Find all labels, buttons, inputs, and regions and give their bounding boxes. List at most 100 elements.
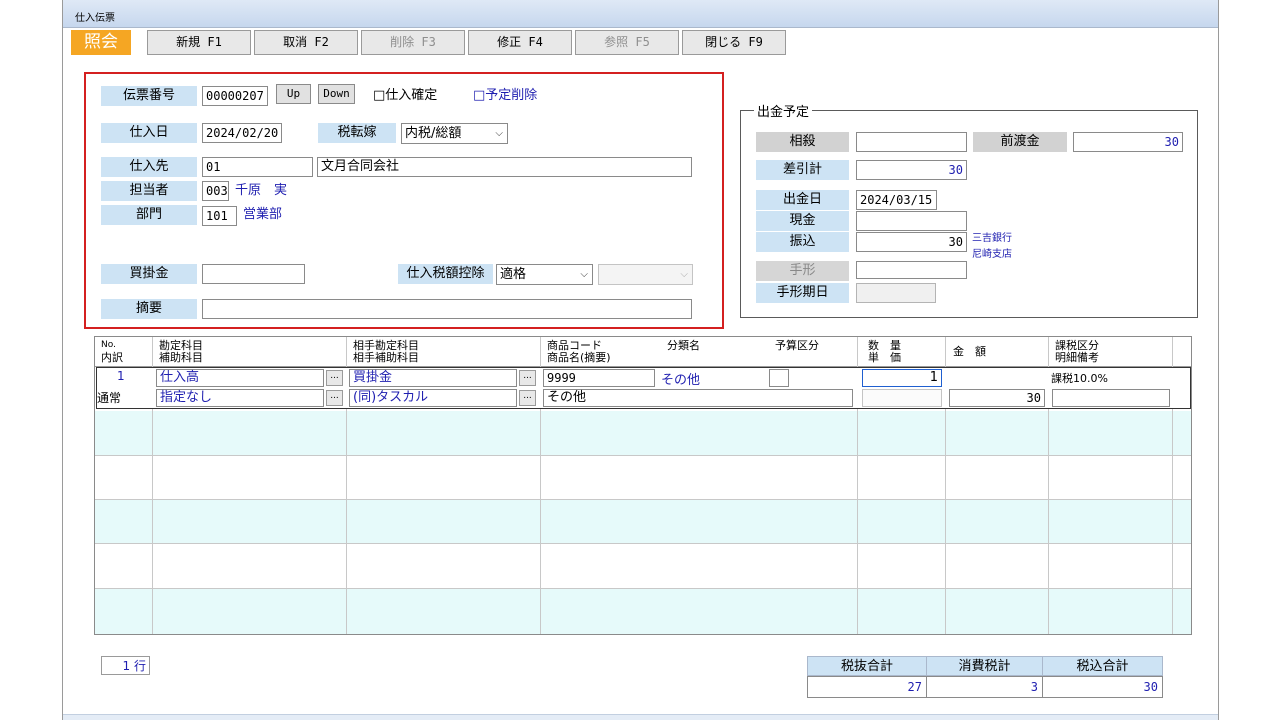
- transfer-label: 振込: [756, 232, 849, 252]
- counter-account-field[interactable]: 買掛金: [349, 369, 517, 387]
- bill-due-field[interactable]: [856, 283, 936, 303]
- tax-select[interactable]: 内税/総額 ⌵: [401, 123, 508, 144]
- row-count: 1 行: [101, 656, 150, 675]
- chevron-down-icon: ⌵: [680, 269, 688, 280]
- cash-field[interactable]: [856, 211, 967, 231]
- tax-deduction-label: 仕入税額控除: [398, 264, 493, 284]
- header-budget: 予算区分: [775, 339, 819, 352]
- header-qty: 数 量: [868, 339, 901, 352]
- supplier-name-field[interactable]: 文月合同会社: [317, 157, 692, 177]
- supplier-code-field[interactable]: 01: [202, 157, 313, 177]
- grid-band: [95, 588, 1191, 634]
- table-row[interactable]: 1 通常 仕入高 ... 指定なし ... 買掛金 ... (同)タスカル ..…: [96, 367, 1191, 409]
- net-field[interactable]: 30: [856, 160, 967, 180]
- bill-label: 手形: [756, 261, 849, 281]
- chevron-down-icon: ⌵: [580, 269, 588, 280]
- counter-sub-field[interactable]: (同)タスカル: [349, 389, 517, 407]
- grid-band: [95, 455, 1191, 499]
- amount-field[interactable]: 30: [949, 389, 1045, 407]
- memo-field[interactable]: [202, 299, 692, 319]
- tax-total-label: 消費税計: [926, 656, 1043, 676]
- tax-deduction-sub-select[interactable]: ⌵: [598, 264, 693, 285]
- memo-label: 摘要: [101, 299, 197, 319]
- header-no: No.: [101, 340, 116, 350]
- unit-price-field[interactable]: [862, 389, 942, 407]
- payment-legend: 出金予定: [754, 101, 813, 120]
- offset-label: 相殺: [756, 132, 849, 152]
- header-tax-class: 課税区分: [1055, 339, 1099, 352]
- sub-account-field[interactable]: 指定なし: [156, 389, 324, 407]
- window-title: 仕入伝票: [75, 13, 115, 24]
- payable-field[interactable]: [202, 264, 305, 284]
- branch-name: 尼崎支店: [972, 249, 1012, 260]
- delete-button[interactable]: 削除 F3: [361, 30, 465, 55]
- pay-date-label: 出金日: [756, 190, 849, 210]
- dept-name: 営業部: [243, 207, 283, 222]
- mode-badge: 照会: [71, 30, 131, 55]
- slip-no-label: 伝票番号: [101, 86, 197, 106]
- transfer-field[interactable]: 30: [856, 232, 967, 252]
- advance-label: 前渡金: [973, 132, 1067, 152]
- date-field[interactable]: 2024/02/20: [202, 123, 282, 143]
- incl-total-value: 30: [1042, 676, 1163, 698]
- staff-name: 千原 実: [235, 183, 288, 198]
- sub-account-lookup-button[interactable]: ...: [326, 390, 343, 406]
- header-counter-sub: 相手補助科目: [353, 351, 419, 364]
- account-field[interactable]: 仕入高: [156, 369, 324, 387]
- slip-no-field[interactable]: 00000207: [202, 86, 268, 106]
- edit-button[interactable]: 修正 F4: [468, 30, 572, 55]
- product-name-field[interactable]: その他: [543, 389, 853, 407]
- close-button[interactable]: 閉じる F9: [682, 30, 786, 55]
- payable-label: 買掛金: [101, 264, 197, 284]
- detail-note-field[interactable]: [1052, 389, 1170, 407]
- header-product-code: 商品コード: [547, 339, 602, 352]
- incl-total-label: 税込合計: [1042, 656, 1163, 676]
- new-button[interactable]: 新規 F1: [147, 30, 251, 55]
- tax-deduction-value: 適格: [500, 267, 527, 282]
- pay-date-field[interactable]: 2024/03/15: [856, 190, 937, 210]
- tax-label: 税転嫁: [318, 123, 396, 143]
- window-bottom-bar: [63, 714, 1218, 720]
- header-amount: 金 額: [953, 345, 986, 358]
- title-bar: 仕入伝票: [63, 0, 1218, 28]
- row-no: 1: [117, 369, 125, 383]
- detail-grid: No. 内訳 勘定科目 補助科目 相手勘定科目 相手補助科目 商品コード 商品名…: [94, 336, 1192, 635]
- reference-button[interactable]: 参照 F5: [575, 30, 679, 55]
- row-breakdown: 通常: [97, 391, 122, 405]
- header-product-name: 商品名(摘要): [547, 351, 611, 364]
- account-lookup-button[interactable]: ...: [326, 370, 343, 386]
- category-name: その他: [661, 373, 701, 388]
- bill-field[interactable]: [856, 261, 967, 279]
- dept-label: 部門: [101, 205, 197, 225]
- down-button[interactable]: Down: [318, 84, 355, 104]
- excl-total-value: 27: [807, 676, 927, 698]
- header-counter-account: 相手勘定科目: [353, 339, 419, 352]
- header-unit-price: 単 価: [868, 351, 901, 364]
- tax-deduction-select[interactable]: 適格 ⌵: [496, 264, 593, 285]
- staff-code-field[interactable]: 003: [202, 181, 229, 201]
- product-code-field[interactable]: 9999: [543, 369, 655, 387]
- chevron-down-icon: ⌵: [495, 128, 503, 139]
- slip-window: 仕入伝票 照会 新規 F1 取消 F2 削除 F3 修正 F4 参照 F5 閉じ…: [62, 0, 1219, 720]
- supplier-label: 仕入先: [101, 157, 197, 177]
- advance-field[interactable]: 30: [1073, 132, 1183, 152]
- date-label: 仕入日: [101, 123, 197, 143]
- counter-account-lookup-button[interactable]: ...: [519, 370, 536, 386]
- dept-code-field[interactable]: 101: [202, 206, 237, 226]
- header-account: 勘定科目: [159, 339, 203, 352]
- schedule-delete-checkbox[interactable]: □予定削除: [473, 87, 537, 105]
- purchase-confirm-checkbox[interactable]: □仕入確定: [373, 87, 437, 105]
- tax-class-value: 課税10.0%: [1051, 372, 1108, 385]
- up-button[interactable]: Up: [276, 84, 311, 104]
- qty-field[interactable]: 1: [862, 369, 942, 387]
- budget-checkbox[interactable]: [769, 369, 789, 387]
- header-category: 分類名: [667, 339, 700, 352]
- bank-name: 三吉銀行: [972, 233, 1012, 244]
- offset-field[interactable]: [856, 132, 967, 152]
- staff-label: 担当者: [101, 181, 197, 201]
- excl-total-label: 税抜合計: [807, 656, 927, 676]
- header-breakdown: 内訳: [101, 351, 123, 364]
- counter-sub-lookup-button[interactable]: ...: [519, 390, 536, 406]
- cancel-button[interactable]: 取消 F2: [254, 30, 358, 55]
- tax-total-value: 3: [926, 676, 1043, 698]
